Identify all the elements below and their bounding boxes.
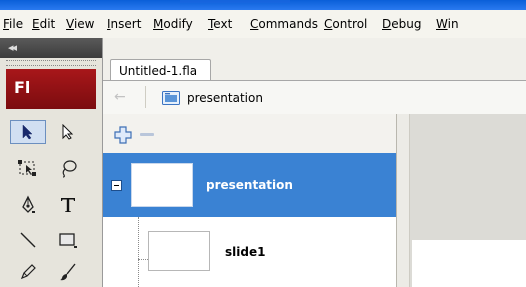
document-window: Untitled-1.fla ← presentation presentati… bbox=[103, 38, 526, 287]
menu-window[interactable]: Win bbox=[436, 17, 459, 31]
slide-thumbnail[interactable] bbox=[148, 231, 210, 271]
outline-item-label: presentation bbox=[206, 178, 293, 192]
pencil-tool[interactable] bbox=[10, 260, 46, 284]
screen-icon bbox=[162, 91, 180, 105]
free-transform-icon bbox=[18, 160, 36, 176]
stage-canvas[interactable] bbox=[412, 240, 526, 287]
flash-logo-text: Fl bbox=[14, 78, 31, 97]
collapse-toggle-icon[interactable] bbox=[111, 180, 122, 191]
remove-screen-icon[interactable] bbox=[140, 133, 154, 136]
menu-modify[interactable]: Modify bbox=[153, 17, 193, 31]
flash-logo: Fl bbox=[6, 69, 96, 109]
back-arrow-icon[interactable]: ← bbox=[114, 89, 126, 105]
screen-thumbnail bbox=[131, 163, 193, 207]
text-tool[interactable] bbox=[50, 193, 86, 217]
line-tool[interactable] bbox=[10, 228, 46, 252]
brush-icon bbox=[60, 263, 76, 281]
add-screen-icon[interactable] bbox=[114, 126, 132, 144]
menu-control[interactable]: Control bbox=[324, 17, 367, 31]
breadcrumb[interactable]: presentation bbox=[187, 91, 263, 105]
stage-area bbox=[397, 114, 526, 287]
menu-insert[interactable]: Insert bbox=[107, 17, 141, 31]
pen-icon bbox=[22, 195, 35, 213]
document-tab[interactable]: Untitled-1.fla bbox=[110, 59, 211, 81]
pencil-icon bbox=[20, 264, 36, 280]
free-transform-tool[interactable] bbox=[10, 156, 46, 180]
arrow-icon bbox=[22, 124, 33, 140]
tools-panel-header: ◂◂ bbox=[0, 38, 102, 58]
tools-panel: ◂◂ Fl bbox=[0, 38, 103, 287]
tree-connector-branch bbox=[138, 259, 148, 260]
stage-ruler-strip bbox=[397, 114, 410, 287]
brush-tool[interactable] bbox=[50, 260, 86, 284]
rectangle-icon bbox=[59, 233, 77, 248]
menu-view[interactable]: View bbox=[66, 17, 94, 31]
menu-commands[interactable]: Commands bbox=[250, 17, 318, 31]
text-tool-icon bbox=[61, 198, 75, 212]
lasso-tool[interactable] bbox=[50, 156, 86, 180]
white-arrow-icon bbox=[62, 124, 74, 140]
menu-text[interactable]: Text bbox=[208, 17, 232, 31]
collapse-icon[interactable]: ◂◂ bbox=[8, 41, 17, 54]
pen-tool[interactable] bbox=[10, 193, 46, 217]
menu-debug[interactable]: Debug bbox=[382, 17, 421, 31]
document-tab-label: Untitled-1.fla bbox=[119, 64, 198, 78]
outline-toolbar bbox=[103, 114, 396, 153]
lasso-icon bbox=[62, 160, 77, 178]
tree-connector bbox=[138, 217, 139, 287]
edit-bar-separator bbox=[145, 86, 146, 108]
subselection-tool[interactable] bbox=[50, 120, 86, 144]
outline-item-presentation[interactable]: presentation bbox=[103, 153, 396, 217]
line-icon bbox=[20, 232, 36, 248]
menu-file[interactable]: File bbox=[3, 17, 23, 31]
menu-edit[interactable]: Edit bbox=[32, 17, 55, 31]
edit-bar: ← presentation bbox=[103, 81, 526, 115]
outline-item-label-slide1[interactable]: slide1 bbox=[225, 245, 265, 259]
screen-outline-pane: presentation slide1 bbox=[103, 114, 397, 287]
menu-bar: File Edit View Insert Modify Text Comman… bbox=[0, 10, 526, 39]
tools-grip[interactable] bbox=[6, 60, 96, 66]
rectangle-tool[interactable] bbox=[50, 228, 86, 252]
window-title-bar bbox=[0, 0, 526, 10]
selection-tool[interactable] bbox=[10, 120, 46, 144]
